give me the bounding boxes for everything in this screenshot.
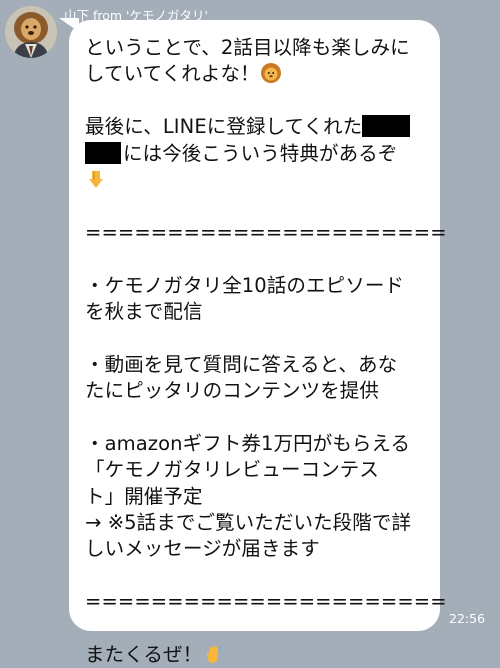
message-line: ・ケモノガタリ全10話のエピソード — [85, 273, 405, 297]
message-line: ・動画を見て質問に答えると、あな — [85, 352, 398, 376]
waving-hand-emoji-icon — [206, 645, 222, 663]
message-line — [85, 193, 430, 219]
message-line — [85, 616, 430, 642]
message-bubble[interactable]: ということで、2話目以降も楽しみに していてくれよな！ 最後に、LINEに登録し… — [69, 20, 447, 666]
message-line: を秋まで配信 — [85, 299, 203, 323]
message-line: またくるぜ！ — [85, 642, 430, 668]
lion-avatar-icon — [5, 6, 57, 58]
sender-avatar[interactable] — [5, 6, 57, 58]
message-line — [85, 563, 430, 589]
message-line: していてくれよな！ — [85, 61, 430, 87]
message-line — [85, 88, 430, 114]
message-timestamp: 22:56 — [449, 611, 486, 626]
message-line: 「ケモノガタリレビューコンテス — [85, 458, 380, 482]
chat-area: 山下 from 'ケモノガタリ' ということで、2話目以降も楽しみに していてく… — [0, 0, 500, 666]
message-line: ====================== — [85, 590, 447, 614]
message-line: ・amazonギフト券1万円がもらえる — [85, 431, 411, 455]
message-line: ト」開催予定 — [85, 484, 203, 508]
message-line — [85, 246, 430, 272]
message-line: → ※5話までご覧いただいた段階で詳 — [85, 511, 412, 535]
message-line: たにピッタリのコンテンツを提供 — [85, 379, 380, 403]
message-text: ということで、2話目以降も楽しみに していてくれよな！ 最後に、LINEに登録し… — [85, 35, 447, 668]
message-line — [85, 167, 430, 193]
message-line: には今後こういう特典があるぞ — [85, 141, 430, 167]
lion-face-emoji-icon — [260, 63, 281, 84]
message-line: ということで、2話目以降も楽しみに — [85, 36, 410, 59]
redacted-block — [362, 115, 411, 138]
message-line — [85, 404, 430, 430]
redacted-block — [85, 141, 121, 164]
message-line: しいメッセージが届きます — [85, 537, 320, 561]
message-line — [85, 325, 430, 351]
pointing-down-emoji-icon — [89, 170, 103, 188]
message-line: ====================== — [85, 220, 447, 244]
message-line: 最後に、LINEに登録してくれた — [85, 114, 430, 140]
